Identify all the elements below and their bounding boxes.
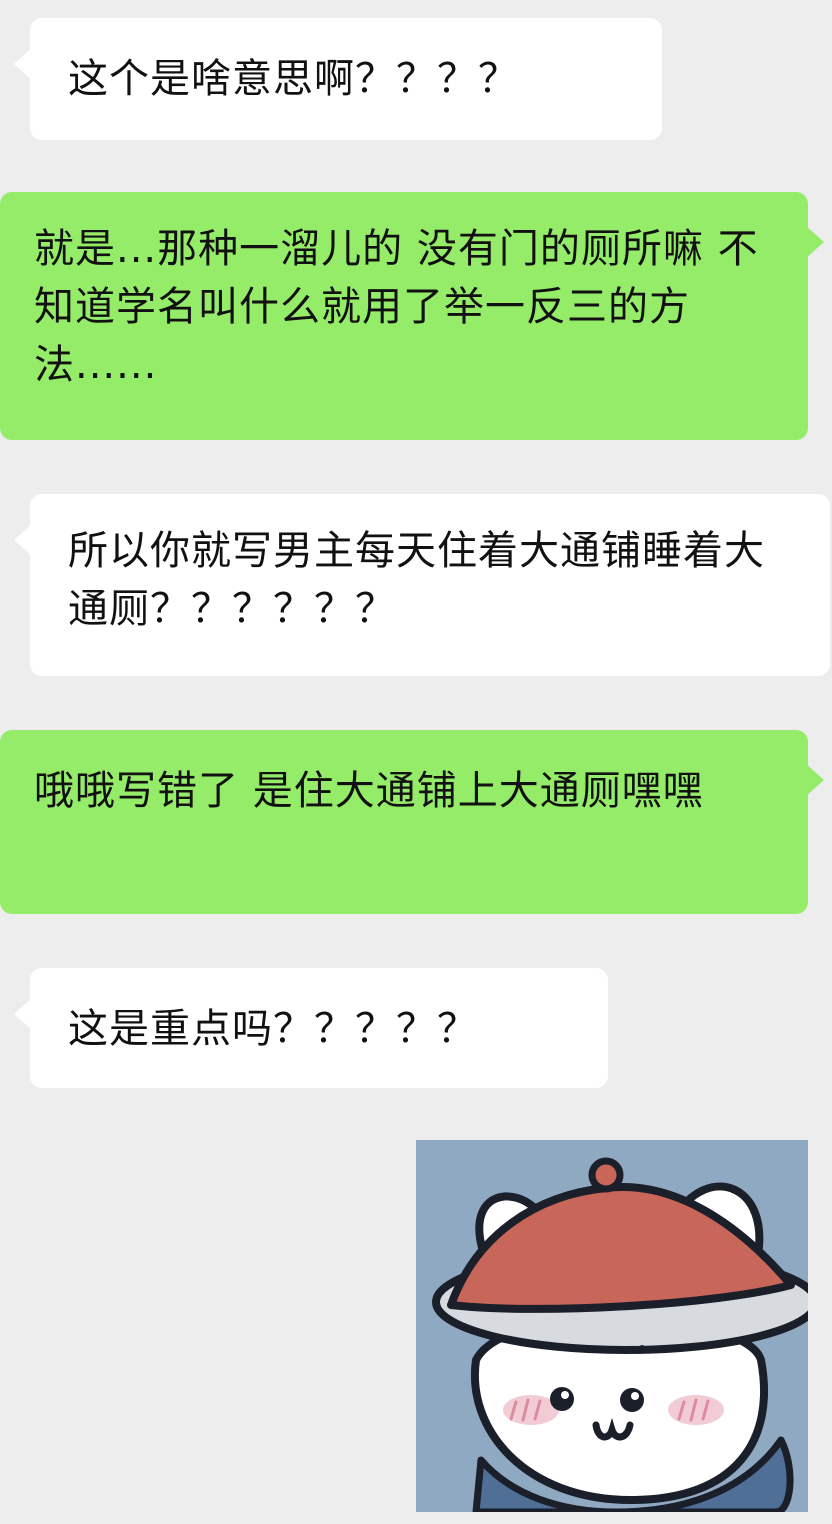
message-text: 哦哦写错了 是住大通铺上大通厕嘿嘿 (34, 768, 704, 814)
sticker-message[interactable] (416, 1140, 808, 1512)
message-text: 这是重点吗？？？？？ (68, 1006, 478, 1052)
message-text: 就是...那种一溜儿的 没有门的厕所嘛 不知道学名叫什么就用了举一反三的方法..… (34, 226, 759, 388)
message-text: 这个是啥意思啊？？？？ (68, 56, 519, 102)
incoming-message-bubble[interactable]: 这是重点吗？？？？？ (14, 968, 608, 1088)
incoming-message-bubble[interactable]: 这个是啥意思啊？？？？ (14, 18, 662, 140)
chat-window: 这个是啥意思啊？？？？ 就是...那种一溜儿的 没有门的厕所嘛 不知道学名叫什么… (0, 0, 832, 1524)
incoming-message-bubble[interactable]: 所以你就写男主每天住着大通铺睡着大通厕？？？？？？ (14, 494, 830, 676)
cat-in-straw-hat-sticker-icon (416, 1140, 808, 1512)
outgoing-message-bubble[interactable]: 哦哦写错了 是住大通铺上大通厕嘿嘿 (0, 730, 824, 914)
outgoing-message-bubble[interactable]: 就是...那种一溜儿的 没有门的厕所嘛 不知道学名叫什么就用了举一反三的方法..… (0, 192, 824, 440)
message-text: 所以你就写男主每天住着大通铺睡着大通厕？？？？？？ (68, 528, 765, 632)
